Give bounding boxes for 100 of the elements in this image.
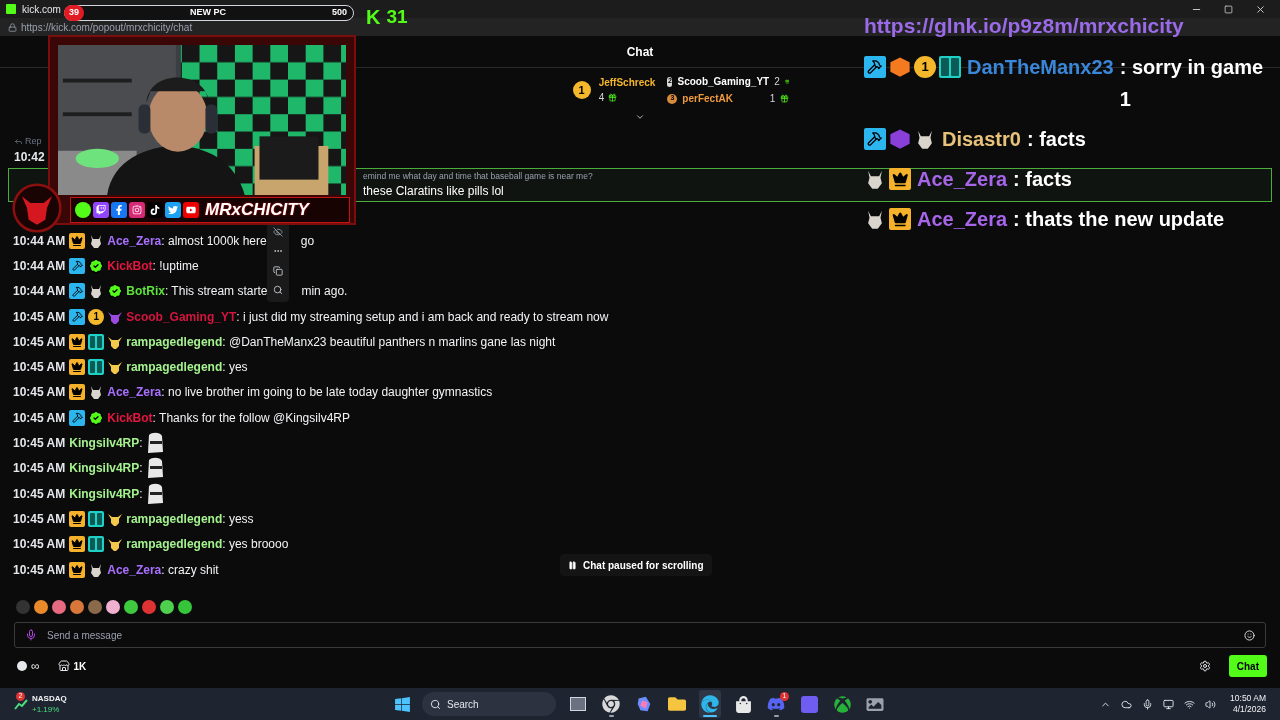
store-icon[interactable] <box>57 660 70 672</box>
discord-icon[interactable] <box>767 695 785 713</box>
grid-app-icon[interactable] <box>800 695 818 713</box>
search-field[interactable]: Search <box>422 692 556 716</box>
crown-badge <box>889 168 911 190</box>
message-text: these Claratins like pills lol <box>363 183 504 201</box>
message-text: : yess <box>222 510 254 528</box>
message-time: 10:45 AM <box>13 561 66 579</box>
gift-count: 1 <box>769 92 776 106</box>
reply-label: Rep <box>25 134 42 148</box>
microphone-icon[interactable] <box>1142 698 1154 710</box>
pause-icon <box>568 560 577 570</box>
display-icon[interactable] <box>1163 698 1175 710</box>
maximize-icon[interactable] <box>1224 4 1233 14</box>
message-text: : facts <box>1026 127 1086 152</box>
message-time: 10:45 AM <box>13 485 66 503</box>
emote-icon[interactable] <box>124 600 138 614</box>
leader-name: Scoob_Gaming_YT <box>677 75 770 89</box>
emote-icon <box>145 432 164 454</box>
og-badge <box>939 56 961 78</box>
reply-preview: emind me what day and time that baseball game is near me? <box>363 169 593 183</box>
edge-icon[interactable] <box>701 695 719 713</box>
crown-badge <box>69 333 86 350</box>
address-field[interactable]: https://kick.com/popout/mrxchicity/chat <box>21 19 193 35</box>
social-icon <box>93 202 109 218</box>
cloud-icon[interactable] <box>1121 698 1133 710</box>
clock-time[interactable]: 10:50 AM <box>1230 693 1266 704</box>
points-value[interactable]: ∞ <box>31 657 40 675</box>
emote-icon[interactable] <box>178 600 192 614</box>
og-badge <box>88 536 105 553</box>
username[interactable]: BotRix <box>126 282 165 301</box>
crown-badge <box>889 208 911 230</box>
goal-target: 500 <box>331 6 347 20</box>
channel-brand: MRxCHICITY <box>205 199 309 222</box>
xbox-icon[interactable] <box>833 695 851 713</box>
username: Disastr0 <box>942 127 1021 152</box>
close-icon[interactable] <box>1255 3 1266 15</box>
store-icon[interactable] <box>734 695 752 713</box>
volume-icon[interactable] <box>1205 698 1217 710</box>
message-text: : yes broooo <box>222 536 289 554</box>
moderator-badge <box>69 409 86 426</box>
emoji-icon[interactable] <box>1244 629 1255 641</box>
moderator-badge <box>69 257 86 274</box>
search-icon <box>430 698 441 710</box>
message-time: 10:45 AM <box>13 359 66 377</box>
settings-icon[interactable] <box>1198 660 1211 672</box>
message-text: : This stream starte <box>164 283 268 301</box>
verified-badge <box>88 257 105 274</box>
message-text: go <box>300 232 315 250</box>
message-text: : <box>139 485 143 503</box>
running-indicator <box>773 715 779 717</box>
folder-icon[interactable] <box>668 695 686 713</box>
crown-badge <box>69 232 86 249</box>
gift-count: 2 <box>774 75 780 89</box>
stock-chart-icon <box>14 697 28 711</box>
store-value: 1K <box>73 659 87 674</box>
username: Ace_Zera <box>917 207 1008 232</box>
username[interactable]: KickBot <box>107 408 153 427</box>
hide-icon[interactable] <box>273 226 283 237</box>
goal-count: 39 <box>64 5 84 21</box>
social-icon <box>147 202 163 218</box>
crown-badge <box>69 561 86 578</box>
widget-name: NASDAQ <box>32 693 67 704</box>
moderator-badge <box>864 128 886 150</box>
rank-badge: 1 <box>88 308 105 325</box>
task-view-icon[interactable] <box>570 697 586 711</box>
message-input[interactable]: Send a message <box>14 622 1266 648</box>
message-time: 10:44 AM <box>13 283 66 301</box>
collapse-icon[interactable] <box>634 112 646 122</box>
emote-icon[interactable] <box>34 600 48 614</box>
follower-count: 31 <box>386 4 408 29</box>
chat-title: Chat <box>626 43 654 61</box>
message-time: 10:45 AM <box>13 308 66 326</box>
username[interactable]: KickBot <box>107 256 153 275</box>
message-text: : no live brother im going to be late today daughter gymnastics <box>161 384 493 402</box>
kick-logo: K <box>366 5 381 30</box>
gift-icon <box>780 94 790 103</box>
clock-date[interactable]: 4/1/2026 <box>1232 704 1266 715</box>
paused-banner[interactable]: Chat paused for scrolling <box>560 554 712 576</box>
browser-icon[interactable] <box>602 695 620 713</box>
emote-icon[interactable] <box>70 600 84 614</box>
emote-icon[interactable] <box>106 600 120 614</box>
photo-app-icon[interactable] <box>866 695 884 713</box>
message-text: min ago. <box>301 283 348 301</box>
emote-icon[interactable] <box>160 600 174 614</box>
emote-icon <box>145 482 164 505</box>
search-icon[interactable] <box>273 285 283 296</box>
social-icon <box>165 202 181 218</box>
message-text: : Thanks for the follow @Kingsilv4RP <box>152 409 350 427</box>
microphone-icon[interactable] <box>25 629 37 641</box>
emote-icon[interactable] <box>52 600 66 614</box>
network-icon[interactable] <box>1184 698 1196 710</box>
message-time: 10:45 AM <box>13 460 66 478</box>
copilot-icon[interactable] <box>635 695 653 713</box>
leader-name: perFectAK <box>682 92 733 106</box>
social-icon <box>111 202 127 218</box>
chat-send-button[interactable]: Chat <box>1228 655 1267 677</box>
copy-icon[interactable] <box>273 265 283 276</box>
start-icon[interactable] <box>394 695 411 713</box>
crown-badge <box>69 510 86 527</box>
